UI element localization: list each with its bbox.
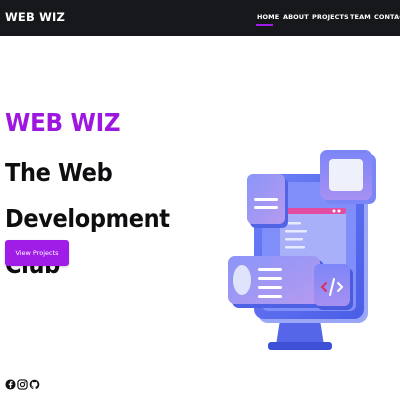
nav-item-team[interactable]: TEAM — [350, 13, 371, 21]
nav-item-about[interactable]: ABOUT — [283, 13, 309, 21]
brand-logo[interactable]: WEB WIZ — [5, 10, 65, 24]
nav-item-home[interactable]: HOME — [257, 13, 279, 21]
nav-item-projects[interactable]: PROJECTS — [312, 13, 349, 21]
instagram-icon[interactable] — [17, 379, 28, 390]
nav-item-contact[interactable]: CONTACT — [374, 13, 400, 21]
nav-active-indicator — [256, 24, 273, 26]
view-projects-button[interactable]: View Projects — [5, 240, 69, 266]
github-icon[interactable] — [29, 379, 40, 390]
facebook-icon[interactable] — [5, 379, 16, 390]
hero-title: The Web Development Club — [5, 158, 170, 279]
web-development-illustration — [228, 150, 376, 350]
navbar: WEB WIZ HOME ABOUT PROJECTS TEAM CONTACT — [0, 0, 400, 36]
hero-kicker: WEB WIZ — [5, 108, 121, 137]
